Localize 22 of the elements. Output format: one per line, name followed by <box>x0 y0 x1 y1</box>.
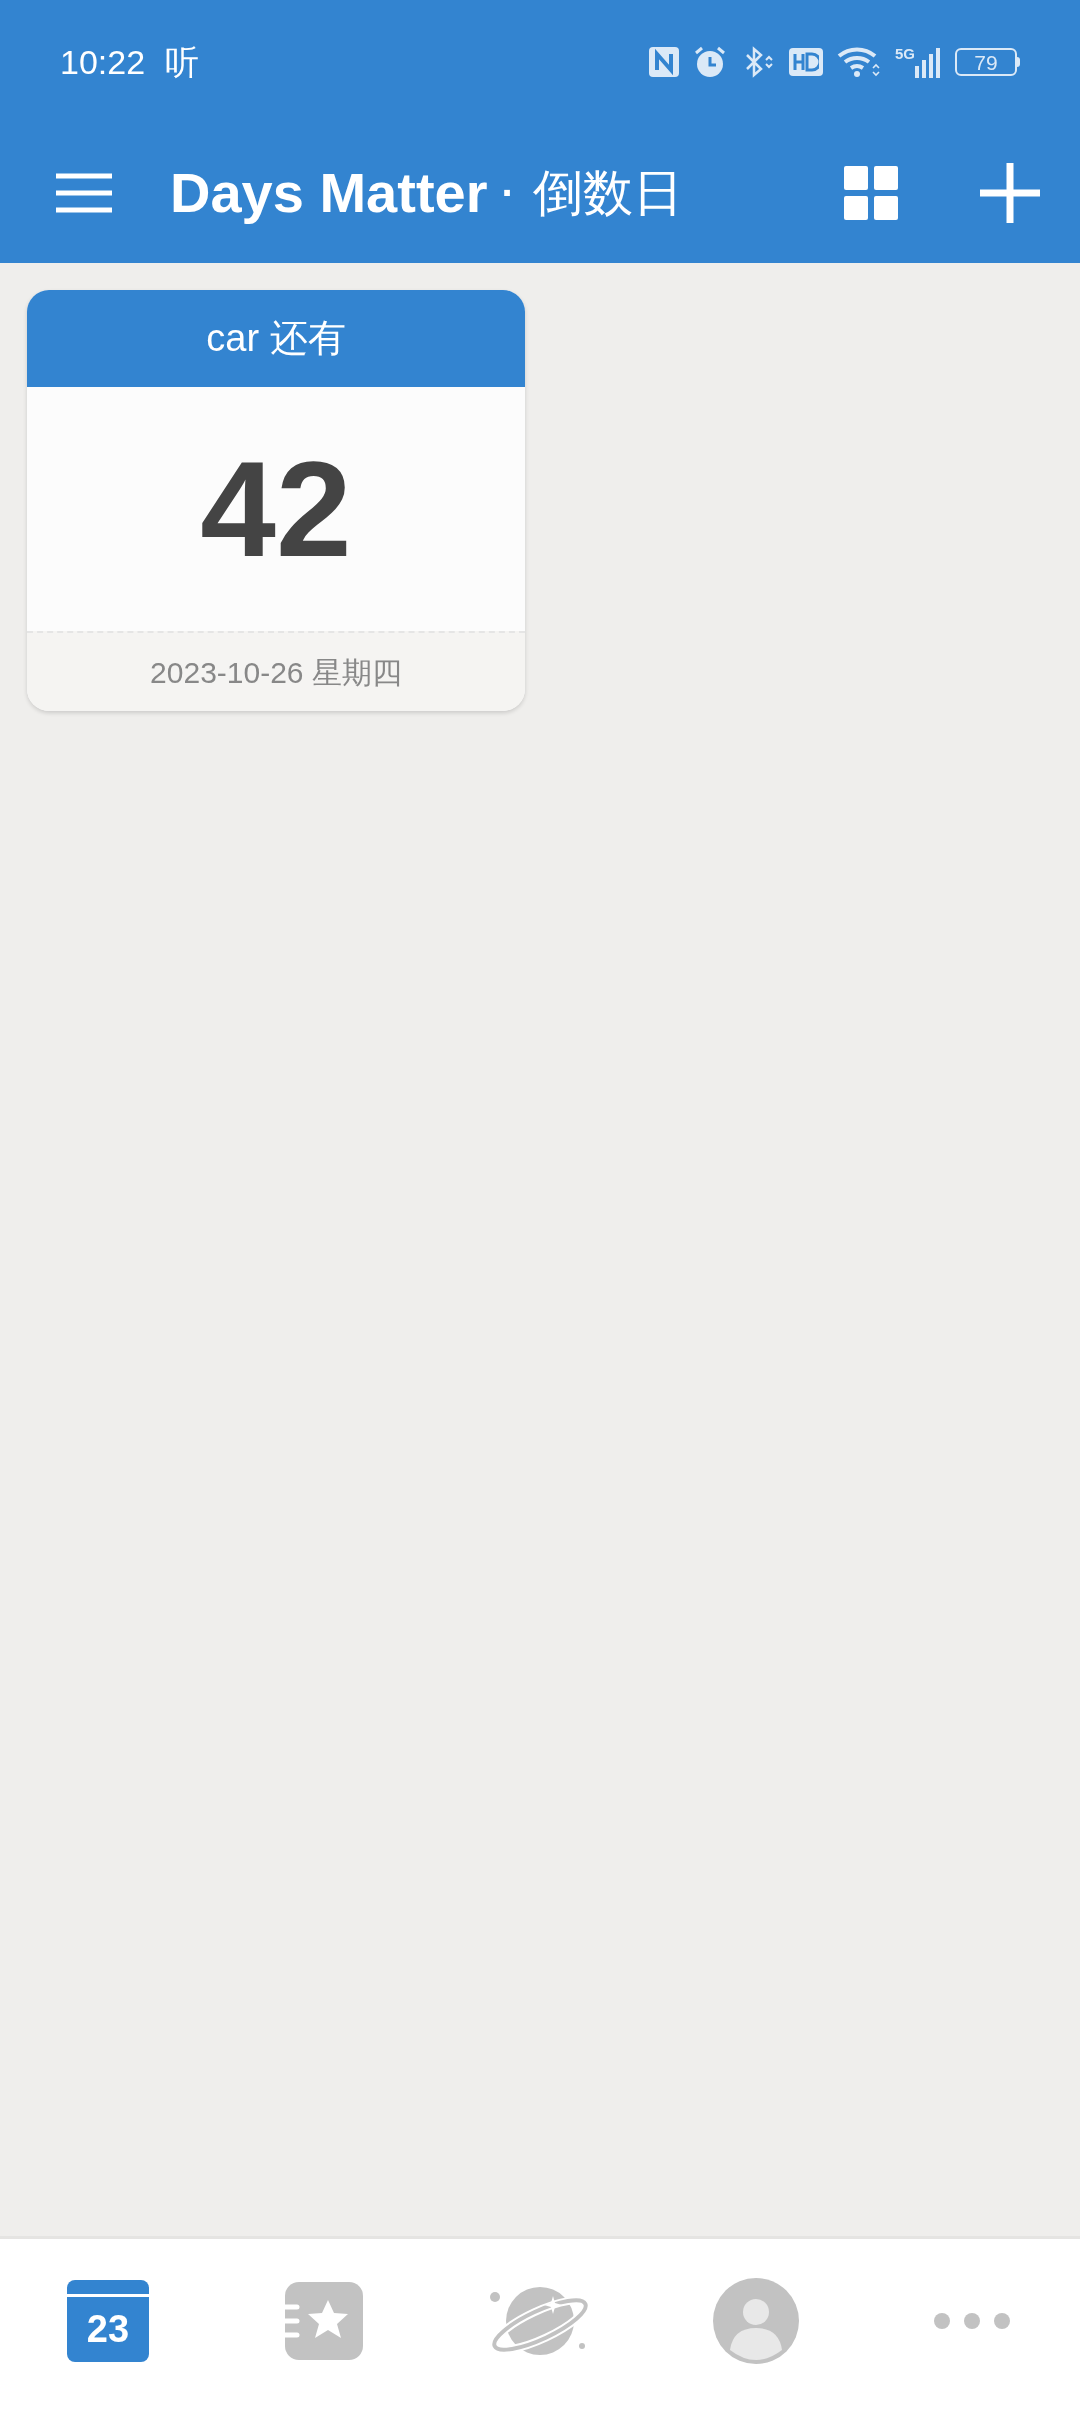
menu-icon[interactable] <box>56 172 112 213</box>
add-icon[interactable] <box>980 162 1040 223</box>
title-separator: · <box>501 172 515 213</box>
network-type: 5G <box>895 46 915 61</box>
app-subtitle: 倒数日 <box>532 167 683 218</box>
days-count: 42 <box>200 441 352 577</box>
battery-indicator: 79 <box>955 48 1017 76</box>
target-date: 2023-10-26 星期四 <box>150 654 402 691</box>
hd-badge <box>789 48 823 76</box>
card-title: car 还有 <box>206 316 346 361</box>
countdown-card[interactable]: car 还有 42 2023-10-26 星期四 <box>27 290 525 711</box>
signal-icon <box>915 46 941 78</box>
starred-notebook-tab[interactable] <box>283 2279 365 2362</box>
alarm-icon <box>693 46 727 78</box>
profile-tab[interactable] <box>713 2277 799 2364</box>
wifi-icon <box>837 45 881 79</box>
status-time: 10:22 <box>60 41 146 83</box>
calendar-tab[interactable]: 23 <box>67 2279 149 2362</box>
more-tab[interactable] <box>932 2310 1012 2331</box>
grid-view-icon[interactable] <box>844 165 898 220</box>
status-app-glyph: 听 <box>165 41 200 83</box>
nfc-icon <box>649 47 679 77</box>
